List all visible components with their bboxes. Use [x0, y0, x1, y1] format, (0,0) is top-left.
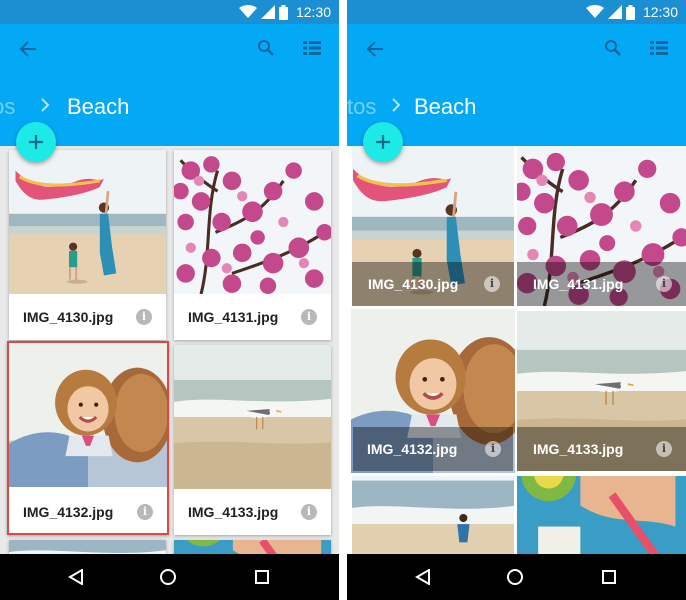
photo-card[interactable]: IMG_4133.jpg i: [174, 345, 331, 535]
photo-caption: IMG_4133.jpg: [188, 504, 279, 520]
photo-thumbnail: [174, 345, 331, 489]
right-phone-screen: 12:30 tos Beach IMG_4130.jpg i IMG_4131.…: [347, 0, 686, 600]
photo-thumbnail: [352, 476, 514, 554]
breadcrumb: tos Beach: [347, 92, 686, 124]
info-icon[interactable]: i: [484, 276, 500, 292]
breadcrumb-current: Beach: [414, 94, 477, 119]
signal-icon: [607, 5, 622, 19]
back-button[interactable]: [14, 35, 42, 63]
photo-thumbnail: [517, 476, 686, 554]
photo-caption: IMG_4130.jpg: [368, 276, 459, 292]
photo-grid: IMG_4130.jpg i IMG_4131.jpg i IMG_4132.j…: [0, 146, 339, 554]
view-list-icon: [650, 41, 668, 55]
add-fab-button[interactable]: [16, 122, 56, 162]
photo-thumbnail: [9, 150, 166, 294]
photo-thumbnail: [9, 540, 166, 554]
status-bar: 12:30: [0, 0, 339, 24]
search-icon: [605, 40, 621, 56]
photo-thumbnail: [174, 540, 331, 554]
photo-thumbnail: [174, 150, 331, 294]
nav-home-button[interactable]: [156, 565, 180, 589]
nav-back-button[interactable]: [411, 565, 435, 589]
back-triangle-icon: [415, 569, 430, 585]
photo-card[interactable]: [9, 540, 166, 554]
photo-tile-selected[interactable]: IMG_4132.jpg i: [351, 309, 515, 473]
arrow-back-icon: [366, 41, 383, 57]
search-icon: [258, 40, 274, 56]
photo-caption: IMG_4130.jpg: [23, 309, 114, 325]
wifi-icon: [238, 5, 257, 19]
photo-card[interactable]: [174, 540, 331, 554]
system-nav-bar: [347, 554, 686, 600]
chevron-right-icon: [391, 98, 401, 117]
view-list-button[interactable]: [298, 34, 326, 62]
add-fab-button[interactable]: [363, 122, 403, 162]
nav-home-button[interactable]: [503, 565, 527, 589]
photo-tile[interactable]: IMG_4130.jpg i: [352, 146, 514, 306]
photo-grid: IMG_4130.jpg i IMG_4131.jpg i IMG_4132.j…: [347, 146, 686, 554]
photo-caption: IMG_4131.jpg: [188, 309, 279, 325]
photo-caption: IMG_4131.jpg: [533, 276, 624, 292]
view-list-button[interactable]: [645, 34, 673, 62]
breadcrumb-previous[interactable]: tos: [0, 94, 15, 120]
photo-caption: IMG_4133.jpg: [533, 441, 624, 457]
back-triangle-icon: [68, 569, 83, 585]
signal-icon: [260, 5, 275, 19]
recents-square-icon: [602, 570, 616, 584]
photo-tile[interactable]: [352, 476, 514, 554]
info-icon[interactable]: i: [485, 441, 501, 457]
nav-recents-button[interactable]: [597, 565, 621, 589]
home-circle-icon: [160, 569, 176, 585]
back-button[interactable]: [361, 35, 389, 63]
photo-tile[interactable]: IMG_4133.jpg i: [517, 311, 686, 471]
search-button[interactable]: [599, 34, 627, 62]
status-time: 12:30: [642, 4, 678, 20]
info-icon[interactable]: i: [301, 309, 317, 325]
left-phone-screen: 12:30 tos Beach IMG_4130.jpg: [0, 0, 339, 600]
battery-icon: [278, 4, 288, 20]
plus-icon: [29, 135, 43, 149]
breadcrumb: tos Beach: [0, 92, 339, 124]
info-icon[interactable]: i: [301, 504, 317, 520]
nav-back-button[interactable]: [64, 565, 88, 589]
recents-square-icon: [255, 570, 269, 584]
wifi-icon: [585, 5, 604, 19]
arrow-back-icon: [19, 41, 36, 57]
status-bar: 12:30: [347, 0, 686, 24]
view-list-icon: [303, 41, 321, 55]
chevron-right-icon: [40, 98, 50, 117]
photo-card-selected[interactable]: IMG_4132.jpg i: [7, 341, 169, 535]
info-icon[interactable]: i: [656, 276, 672, 292]
info-icon[interactable]: i: [137, 504, 153, 520]
battery-icon: [625, 4, 635, 20]
photo-card[interactable]: IMG_4130.jpg i: [9, 150, 166, 340]
breadcrumb-previous[interactable]: tos: [347, 94, 376, 120]
photo-tile[interactable]: [517, 476, 686, 554]
nav-recents-button[interactable]: [250, 565, 274, 589]
status-time: 12:30: [295, 4, 331, 20]
plus-icon: [376, 135, 390, 149]
breadcrumb-current: Beach: [67, 94, 130, 119]
photo-caption: IMG_4132.jpg: [367, 441, 458, 457]
home-circle-icon: [507, 569, 523, 585]
photo-card[interactable]: IMG_4131.jpg i: [174, 150, 331, 340]
info-icon[interactable]: i: [136, 309, 152, 325]
search-button[interactable]: [252, 34, 280, 62]
photo-caption: IMG_4132.jpg: [23, 504, 114, 520]
photo-tile[interactable]: IMG_4131.jpg i: [517, 146, 686, 306]
system-nav-bar: [0, 554, 339, 600]
info-icon[interactable]: i: [656, 441, 672, 457]
photo-thumbnail: [9, 343, 167, 487]
